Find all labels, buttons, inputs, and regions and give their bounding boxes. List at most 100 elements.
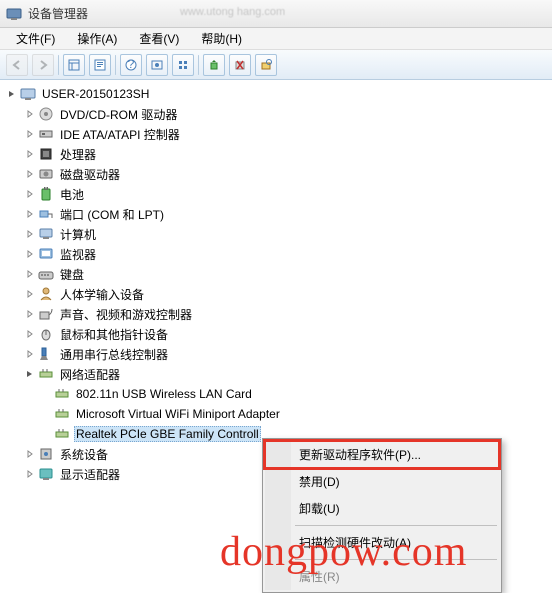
tree-label: 磁盘驱动器 [58, 165, 122, 184]
menu-properties[interactable]: 属性(R) [265, 563, 499, 590]
expand-icon[interactable] [24, 148, 36, 160]
show-hidden-button[interactable] [146, 54, 168, 76]
forward-button [32, 54, 54, 76]
window-title: 设备管理器 [28, 5, 88, 22]
category-icon [38, 146, 54, 162]
tree-category[interactable]: 键盘 [0, 264, 552, 284]
help-button[interactable]: ? [120, 54, 142, 76]
tree-category[interactable]: 磁盘驱动器 [0, 164, 552, 184]
expand-icon[interactable] [24, 468, 36, 480]
category-icon [38, 246, 54, 262]
tree-root[interactable]: USER-20150123SH [0, 84, 552, 104]
tree-label: 802.11n USB Wireless LAN Card [74, 386, 254, 402]
back-button [6, 54, 28, 76]
expand-icon[interactable] [24, 108, 36, 120]
update-driver-button[interactable] [203, 54, 225, 76]
tree-view-button[interactable] [63, 54, 85, 76]
expand-icon[interactable] [24, 188, 36, 200]
tree-label: 声音、视频和游戏控制器 [58, 305, 194, 324]
menu-update-driver[interactable]: 更新驱动程序软件(P)... [265, 441, 499, 468]
category-icon [38, 206, 54, 222]
tree-label: 显示适配器 [58, 465, 122, 484]
expand-icon[interactable] [24, 448, 36, 460]
collapse-icon[interactable] [24, 368, 36, 380]
context-menu: 更新驱动程序软件(P)... 禁用(D) 卸载(U) 扫描检测硬件改动(A) 属… [262, 438, 502, 593]
category-icon [38, 446, 54, 462]
tree-label: Realtek PCIe GBE Family Controll [74, 426, 261, 442]
tree-label: 监视器 [58, 245, 98, 264]
tree-label: USER-20150123SH [40, 86, 151, 102]
tree-category[interactable]: 声音、视频和游戏控制器 [0, 304, 552, 324]
category-icon [38, 126, 54, 142]
collapse-icon[interactable] [6, 88, 18, 100]
tree-label: 鼠标和其他指针设备 [58, 325, 170, 344]
tree-label: 系统设备 [58, 445, 110, 464]
expand-icon[interactable] [24, 348, 36, 360]
category-icon [38, 266, 54, 282]
menu-separator [295, 559, 497, 560]
app-icon [6, 6, 22, 22]
toolbar: ? [0, 50, 552, 80]
menu-separator [295, 525, 497, 526]
expand-icon[interactable] [24, 168, 36, 180]
tree-label: Microsoft Virtual WiFi Miniport Adapter [74, 406, 282, 422]
expand-icon[interactable] [24, 208, 36, 220]
tree-category[interactable]: 监视器 [0, 244, 552, 264]
uninstall-button[interactable] [229, 54, 251, 76]
tree-device[interactable]: Microsoft Virtual WiFi Miniport Adapter [0, 404, 552, 424]
expand-icon[interactable] [24, 268, 36, 280]
category-icon [38, 186, 54, 202]
menu-uninstall[interactable]: 卸载(U) [265, 495, 499, 522]
category-icon [38, 366, 54, 382]
properties-button[interactable] [89, 54, 111, 76]
expand-icon[interactable] [24, 128, 36, 140]
tree-category[interactable]: 鼠标和其他指针设备 [0, 324, 552, 344]
tree-category[interactable]: 人体学输入设备 [0, 284, 552, 304]
svg-text:?: ? [128, 59, 135, 71]
expand-icon[interactable] [24, 328, 36, 340]
separator [198, 55, 199, 75]
tree-label: 人体学输入设备 [58, 285, 146, 304]
tree-label: 通用串行总线控制器 [58, 345, 170, 364]
device-view-button[interactable] [172, 54, 194, 76]
tree-category[interactable]: 计算机 [0, 224, 552, 244]
tree-category[interactable]: DVD/CD-ROM 驱动器 [0, 104, 552, 124]
menubar: 文件(F) 操作(A) 查看(V) 帮助(H) [0, 28, 552, 50]
tree-label: 端口 (COM 和 LPT) [58, 205, 166, 224]
network-adapter-icon [54, 386, 70, 402]
tree-category[interactable]: IDE ATA/ATAPI 控制器 [0, 124, 552, 144]
menu-scan-hardware[interactable]: 扫描检测硬件改动(A) [265, 529, 499, 556]
tree-category[interactable]: 端口 (COM 和 LPT) [0, 204, 552, 224]
tree-category[interactable]: 电池 [0, 184, 552, 204]
tree-label: 键盘 [58, 265, 86, 284]
category-icon [38, 226, 54, 242]
expand-icon[interactable] [24, 228, 36, 240]
category-icon [38, 346, 54, 362]
tree-label: IDE ATA/ATAPI 控制器 [58, 125, 182, 144]
tree-label: 处理器 [58, 145, 98, 164]
network-adapter-icon [54, 426, 70, 442]
expand-icon[interactable] [24, 308, 36, 320]
tree-category[interactable]: 通用串行总线控制器 [0, 344, 552, 364]
address-hint: www.utong hang.com [180, 6, 285, 18]
tree-label: 计算机 [58, 225, 98, 244]
scan-hardware-button[interactable] [255, 54, 277, 76]
category-icon [38, 106, 54, 122]
menu-help[interactable]: 帮助(H) [191, 28, 252, 49]
titlebar: 设备管理器 www.utong hang.com [0, 0, 552, 28]
menu-view[interactable]: 查看(V) [129, 28, 189, 49]
tree-device[interactable]: 802.11n USB Wireless LAN Card [0, 384, 552, 404]
expand-icon[interactable] [24, 248, 36, 260]
menu-disable[interactable]: 禁用(D) [265, 468, 499, 495]
tree-label: 电池 [58, 185, 86, 204]
category-icon [38, 326, 54, 342]
menu-action[interactable]: 操作(A) [67, 28, 127, 49]
expand-icon[interactable] [24, 288, 36, 300]
tree-category[interactable]: 网络适配器 [0, 364, 552, 384]
computer-icon [20, 86, 36, 102]
tree-category[interactable]: 处理器 [0, 144, 552, 164]
category-icon [38, 466, 54, 482]
tree-label: DVD/CD-ROM 驱动器 [58, 105, 179, 124]
menu-file[interactable]: 文件(F) [6, 28, 65, 49]
category-icon [38, 306, 54, 322]
